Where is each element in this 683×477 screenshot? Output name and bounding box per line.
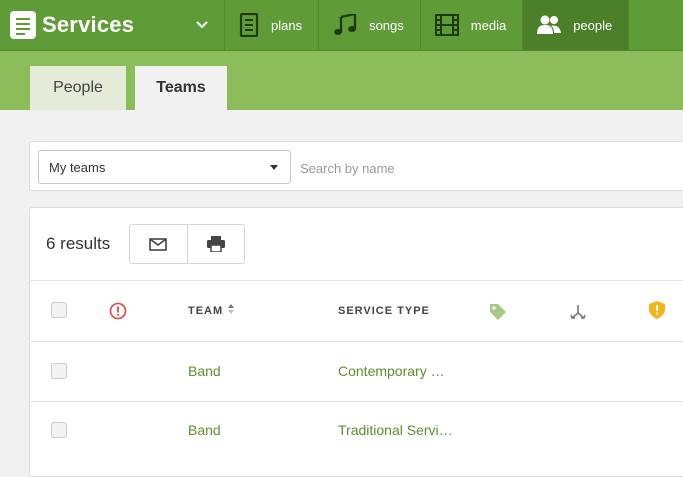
results-panel: 6 results TEAM SERVICE TYPE Band Contemp…: [29, 207, 683, 477]
print-icon: [206, 236, 225, 252]
results-actions: [129, 224, 245, 264]
sort-icon[interactable]: [228, 304, 234, 314]
nav-item-people[interactable]: people: [522, 0, 630, 50]
filter-bar: My teams: [29, 141, 683, 191]
select-all-checkbox[interactable]: [51, 302, 67, 318]
team-name-link[interactable]: Band: [188, 363, 221, 379]
nav-item-songs[interactable]: songs: [318, 0, 420, 50]
column-header-service-type[interactable]: SERVICE TYPE: [338, 305, 430, 317]
nav-item-media[interactable]: media: [419, 0, 522, 50]
alert-circle-icon[interactable]: [109, 302, 127, 320]
nav-item-label: people: [573, 17, 613, 33]
nav-item-label: plans: [271, 17, 303, 33]
document-icon: [239, 13, 259, 37]
mail-icon: [149, 237, 168, 251]
main-nav: plans songs media people: [224, 0, 630, 50]
chevron-down-icon: [196, 21, 208, 29]
tab-people[interactable]: People: [30, 66, 126, 110]
app-switcher-dropdown[interactable]: [180, 0, 224, 50]
column-header-team[interactable]: TEAM: [188, 305, 223, 317]
email-button[interactable]: [130, 225, 187, 263]
nav-item-label: songs: [369, 17, 404, 33]
nav-item-plans[interactable]: plans: [224, 0, 318, 50]
tag-icon[interactable]: [489, 303, 507, 321]
print-button[interactable]: [186, 225, 245, 263]
top-navigation-bar: Services plans songs media people: [0, 0, 683, 51]
app-brand[interactable]: Services: [10, 10, 134, 40]
row-checkbox[interactable]: [51, 363, 67, 379]
results-count: 6 results: [46, 234, 111, 253]
team-scope-select[interactable]: My teams: [38, 150, 291, 184]
services-logo-icon: [10, 11, 36, 39]
service-type-link[interactable]: Contemporary …: [338, 363, 445, 379]
caret-down-icon: [270, 165, 278, 170]
team-name-link[interactable]: Band: [188, 422, 221, 438]
shield-icon[interactable]: [649, 301, 665, 319]
nav-item-label: media: [470, 17, 507, 33]
people-icon: [537, 15, 562, 35]
divider: [30, 341, 683, 342]
tab-teams[interactable]: Teams: [135, 66, 227, 110]
divider: [30, 280, 683, 281]
film-strip-icon: [434, 14, 459, 36]
app-title: Services: [42, 12, 135, 37]
section-tab-bar: People Teams: [0, 51, 683, 110]
team-scope-value: My teams: [49, 159, 106, 175]
divider: [30, 401, 683, 402]
music-note-icon: [333, 14, 357, 36]
row-checkbox[interactable]: [51, 422, 67, 438]
service-type-link[interactable]: Traditional Servi…: [338, 422, 453, 438]
merge-icon[interactable]: [570, 304, 586, 320]
search-input[interactable]: [298, 150, 682, 186]
